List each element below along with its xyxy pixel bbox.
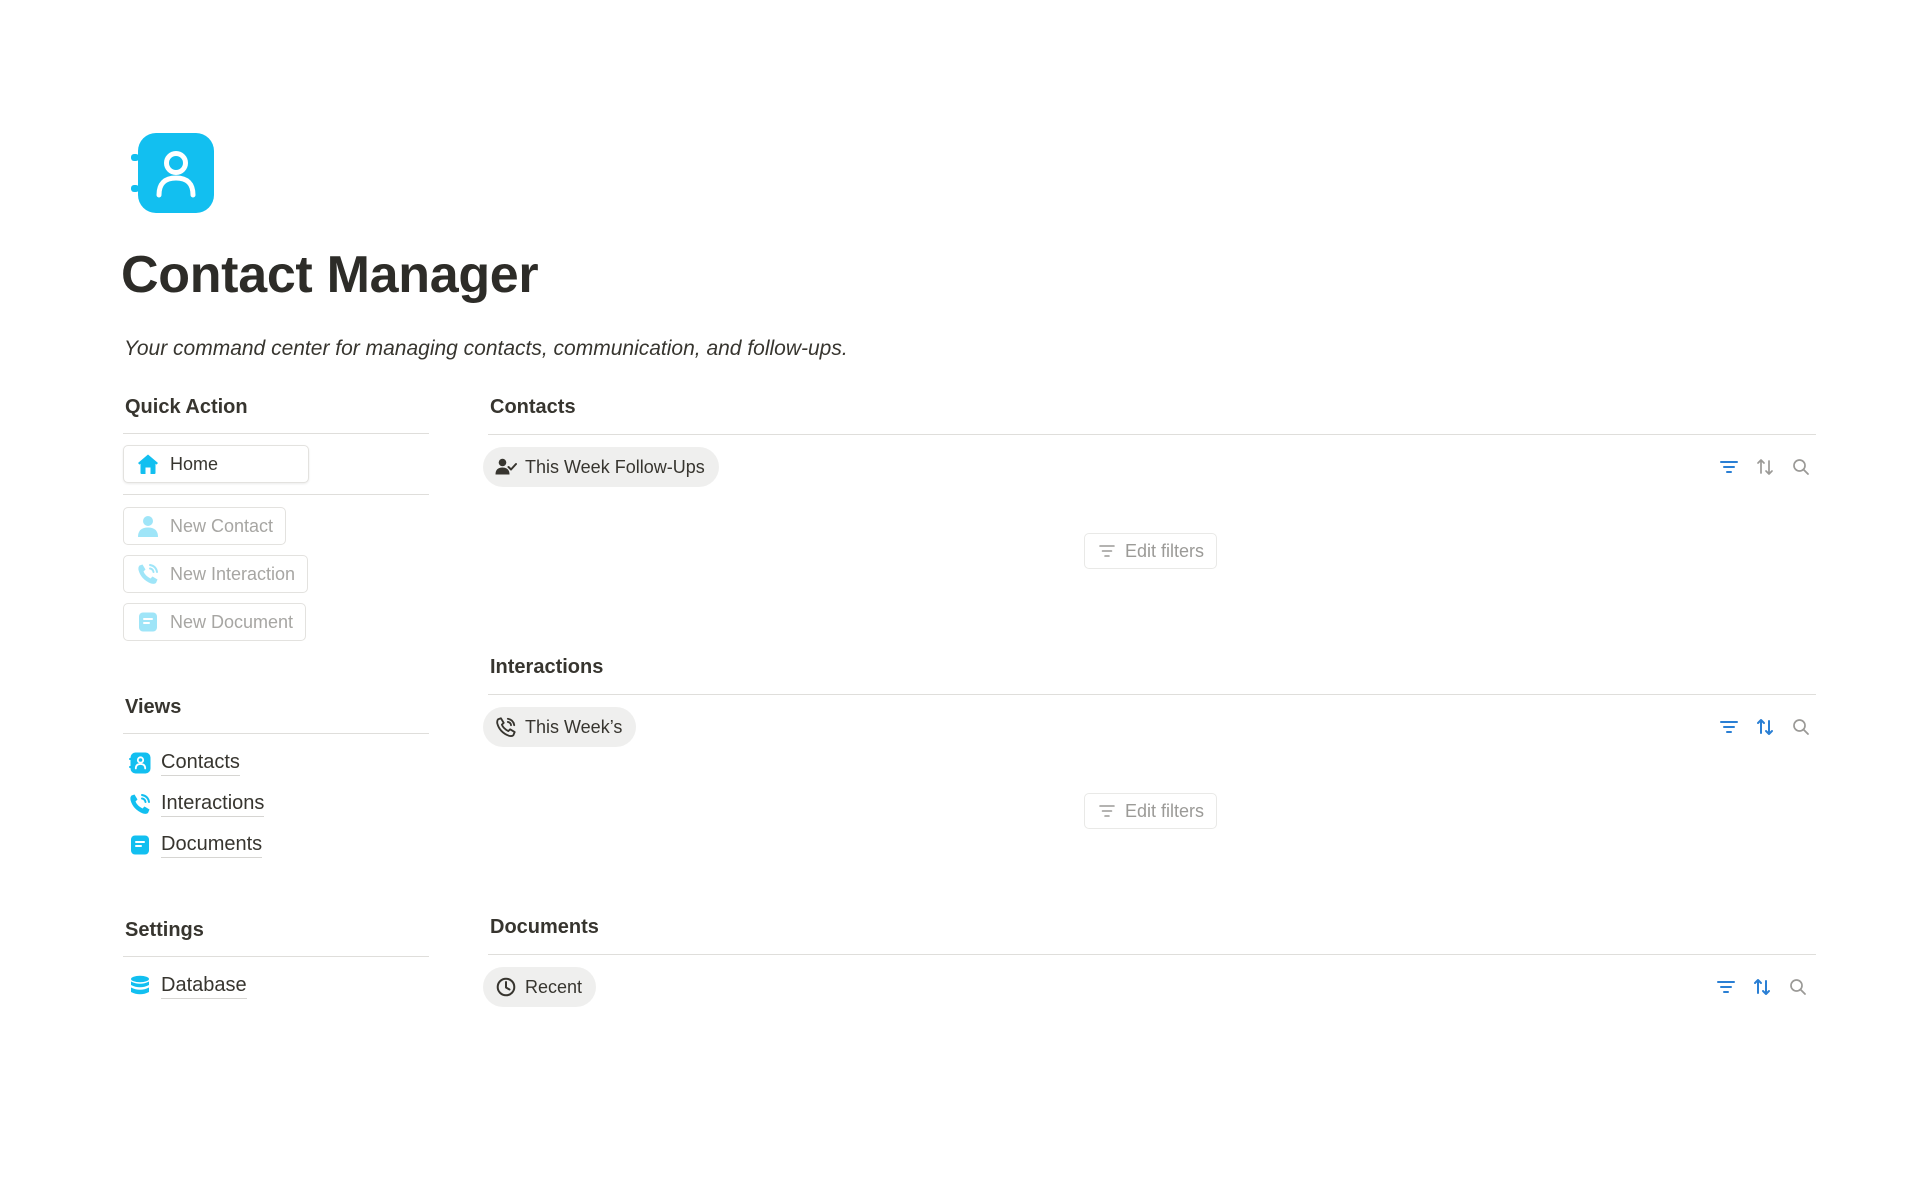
new-interaction-label: New Interaction — [170, 563, 296, 584]
view-link-label: Database — [161, 973, 247, 999]
view-tools — [1715, 976, 1809, 998]
interactions-block: Interactions This Week’s Edit filters — [483, 652, 1816, 829]
new-document-label: New Document — [170, 611, 294, 632]
search-icon[interactable] — [1790, 456, 1812, 478]
new-document-button[interactable]: New Document — [123, 603, 307, 641]
divider — [488, 434, 1816, 435]
contacts-heading: Contacts — [490, 396, 576, 418]
view-tab-label: This Week Follow-Ups — [525, 456, 705, 477]
divider — [488, 954, 1816, 955]
left-column: Quick Action Home New Contact New Intera… — [123, 392, 429, 1002]
view-tab-row: Recent — [483, 967, 1816, 1007]
view-link-label: Contacts — [161, 750, 240, 776]
sort-icon[interactable] — [1754, 716, 1776, 738]
phone-icon — [136, 562, 160, 586]
edit-filters-label: Edit filters — [1125, 800, 1205, 821]
view-link-documents[interactable]: Documents — [123, 829, 429, 861]
view-tab-this-weeks[interactable]: This Week’s — [483, 707, 637, 747]
contact-book-icon — [128, 751, 152, 775]
view-link-label: Interactions — [161, 791, 265, 817]
view-link-contacts[interactable]: Contacts — [123, 747, 429, 779]
document-icon — [136, 610, 160, 634]
settings-heading: Settings — [125, 919, 204, 941]
view-link-interactions[interactable]: Interactions — [123, 788, 429, 820]
documents-block: Documents Recent — [483, 912, 1816, 1007]
edit-filters-button[interactable]: Edit filters — [1084, 793, 1218, 829]
home-icon — [136, 452, 160, 476]
database-icon — [128, 974, 152, 998]
phone-icon — [128, 792, 152, 816]
phone-icon — [495, 716, 517, 738]
view-tab-recent[interactable]: Recent — [483, 967, 597, 1007]
divider — [123, 956, 429, 957]
search-icon[interactable] — [1790, 716, 1812, 738]
divider — [123, 433, 429, 434]
filter-icon[interactable] — [1718, 716, 1740, 738]
page-description: Your command center for managing contact… — [124, 337, 848, 360]
view-tools — [1718, 456, 1812, 478]
view-tab-label: Recent — [525, 976, 583, 997]
view-tab-row: This Week’s — [483, 707, 1816, 747]
new-contact-label: New Contact — [170, 515, 274, 536]
settings-section: Settings Database — [123, 915, 429, 1002]
person-icon — [136, 514, 160, 538]
filter-icon — [1097, 541, 1117, 561]
interactions-heading: Interactions — [490, 656, 604, 678]
home-button[interactable]: Home — [123, 445, 309, 483]
edit-filters-button[interactable]: Edit filters — [1084, 533, 1218, 569]
divider — [123, 494, 429, 495]
sort-icon[interactable] — [1754, 456, 1776, 478]
filter-icon[interactable] — [1718, 456, 1740, 478]
divider — [123, 733, 429, 734]
search-icon[interactable] — [1787, 976, 1809, 998]
contact-book-icon — [130, 130, 216, 216]
view-tools — [1718, 716, 1812, 738]
quick-action-heading: Quick Action — [125, 396, 248, 418]
contacts-block: Contacts This Week Follow-Ups Edit filte… — [483, 392, 1816, 569]
view-tab-label: This Week’s — [525, 716, 623, 737]
document-icon — [128, 833, 152, 857]
views-heading: Views — [125, 696, 182, 718]
new-contact-button[interactable]: New Contact — [123, 507, 287, 545]
filter-icon[interactable] — [1715, 976, 1737, 998]
edit-filters-label: Edit filters — [1125, 540, 1205, 561]
page-title: Contact Manager — [121, 246, 539, 304]
clock-icon — [495, 976, 517, 998]
divider — [488, 694, 1816, 695]
views-section: Views Contacts Interactions Documents — [123, 692, 429, 861]
documents-heading: Documents — [490, 916, 599, 938]
view-tab-row: This Week Follow-Ups — [483, 447, 1816, 487]
home-button-label: Home — [170, 453, 219, 474]
view-link-label: Documents — [161, 832, 263, 858]
view-link-database[interactable]: Database — [123, 970, 429, 1002]
filter-icon — [1097, 801, 1117, 821]
view-tab-this-week-follow-ups[interactable]: This Week Follow-Ups — [483, 447, 719, 487]
quick-action-section: Quick Action Home New Contact New Intera… — [123, 392, 429, 641]
person-check-icon — [495, 456, 517, 478]
new-interaction-button[interactable]: New Interaction — [123, 555, 309, 593]
sort-icon[interactable] — [1751, 976, 1773, 998]
